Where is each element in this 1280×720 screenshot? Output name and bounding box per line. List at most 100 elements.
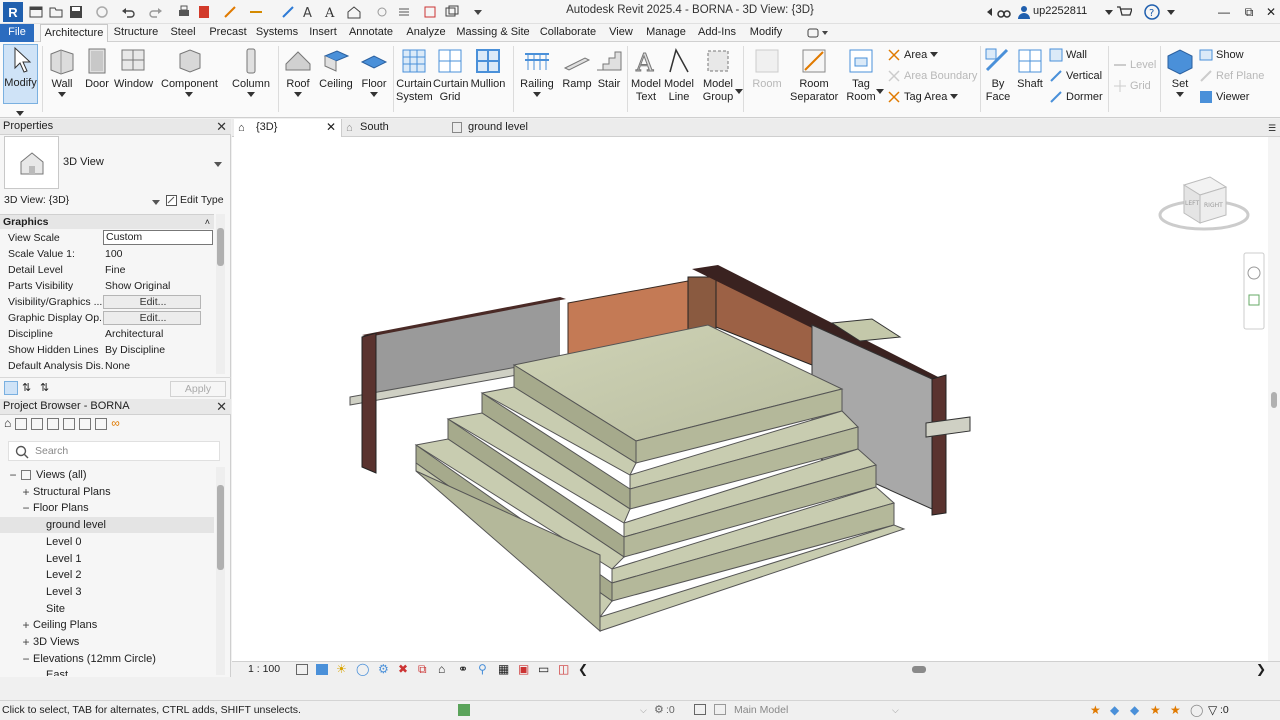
- tab-view[interactable]: View: [606, 24, 636, 42]
- browser-tree-item[interactable]: Level 3: [0, 584, 214, 600]
- curtain-system-button[interactable]: Curtain System: [396, 46, 433, 104]
- close-window-icon[interactable]: ✕: [1261, 3, 1280, 21]
- lock-3d-view-icon[interactable]: ⌂: [438, 662, 445, 676]
- select-by-face-icon[interactable]: ★: [1150, 701, 1161, 720]
- browser-tree-item[interactable]: + Structural Plans: [0, 484, 214, 500]
- browser-tree-item[interactable]: Site: [0, 601, 214, 617]
- model-group-dropdown-icon[interactable]: [735, 86, 743, 98]
- worksharing-display-icon[interactable]: ▣: [518, 662, 529, 676]
- browser-tree-item[interactable]: + Ceiling Plans: [0, 617, 214, 633]
- switch-windows-icon[interactable]: [444, 4, 460, 20]
- ramp-button[interactable]: Ramp: [561, 46, 593, 91]
- property-row[interactable]: Show Hidden Lines By Discipline: [0, 342, 214, 358]
- save-icon[interactable]: [68, 4, 84, 20]
- room-separator-button[interactable]: Room Separator: [790, 46, 838, 104]
- expand-icon[interactable]: +: [21, 484, 31, 500]
- binoculars-icon[interactable]: [996, 4, 1012, 20]
- redo-icon[interactable]: [148, 4, 164, 20]
- temporary-hide-icon[interactable]: ⚭: [458, 662, 468, 676]
- tag-area-button[interactable]: Tag Area: [887, 88, 959, 106]
- restore-icon[interactable]: ⧉: [1239, 3, 1259, 21]
- detail-level-icon[interactable]: [296, 664, 308, 675]
- user-name[interactable]: up2252811: [1033, 5, 1087, 17]
- tag-room-dropdown-icon[interactable]: [876, 86, 884, 98]
- home-icon[interactable]: ⌂: [4, 416, 11, 432]
- component-button[interactable]: Component: [161, 46, 218, 98]
- property-row[interactable]: View Scale Custom: [0, 230, 214, 246]
- property-row[interactable]: Visibility/Graphics ... Edit...: [0, 294, 214, 310]
- properties-scrollbar[interactable]: [216, 214, 225, 374]
- area-button[interactable]: Area: [887, 46, 939, 64]
- tab-systems[interactable]: Systems: [255, 24, 299, 42]
- property-row[interactable]: Discipline Architectural: [0, 326, 214, 342]
- apply-button[interactable]: Apply: [170, 381, 226, 397]
- analytical-model-icon[interactable]: ▭: [538, 662, 549, 676]
- view-tab-south[interactable]: ⌂ South: [344, 119, 450, 137]
- navigation-bar[interactable]: [1243, 252, 1265, 330]
- model-line-button[interactable]: Model Line: [663, 46, 695, 104]
- aligned-dimension-icon[interactable]: [248, 4, 264, 20]
- collapse-icon[interactable]: −: [21, 500, 31, 516]
- tab-analyze[interactable]: Analyze: [404, 24, 448, 42]
- property-value[interactable]: Show Original: [103, 278, 213, 294]
- close-hidden-views-icon[interactable]: [422, 4, 438, 20]
- tab-insert[interactable]: Insert: [306, 24, 340, 42]
- minimize-icon[interactable]: —: [1214, 3, 1234, 21]
- property-value[interactable]: By Discipline: [103, 342, 213, 358]
- instance-filter[interactable]: 3D View: {3D}: [4, 194, 69, 206]
- scroll-right-icon[interactable]: ❯: [1256, 662, 1266, 676]
- door-button[interactable]: Door: [82, 46, 112, 91]
- help-icon[interactable]: ?: [1144, 4, 1160, 20]
- visual-style-icon[interactable]: [316, 664, 328, 675]
- type-selector[interactable]: 3D View: [63, 156, 104, 168]
- edit-button[interactable]: Edit...: [103, 295, 201, 309]
- collapse-icon[interactable]: −: [8, 467, 18, 483]
- print-icon[interactable]: [176, 4, 192, 20]
- tab-add-ins[interactable]: Add-Ins: [696, 24, 738, 42]
- property-row[interactable]: Parts Visibility Show Original: [0, 278, 214, 294]
- curtain-grid-button[interactable]: Curtain Grid: [433, 46, 468, 104]
- browser-tree-item[interactable]: Level 0: [0, 534, 214, 550]
- filter-icon[interactable]: ▽: [1208, 701, 1217, 720]
- pdf-icon[interactable]: [196, 4, 212, 20]
- drag-elements-icon[interactable]: ★: [1170, 701, 1181, 720]
- collapse-group-icon[interactable]: ˄: [205, 215, 210, 230]
- vertical-opening-button[interactable]: Vertical: [1049, 67, 1102, 85]
- property-row[interactable]: Detail Level Fine: [0, 262, 214, 278]
- property-value[interactable]: 100: [103, 246, 213, 262]
- link-icon[interactable]: [95, 418, 108, 430]
- view-icon[interactable]: [15, 418, 28, 430]
- property-value[interactable]: Architectural: [103, 326, 213, 342]
- sort-categorized-icon[interactable]: [4, 381, 18, 395]
- tab-collaborate[interactable]: Collaborate: [538, 24, 598, 42]
- set-workplane-button[interactable]: Set: [1165, 46, 1195, 98]
- property-value[interactable]: Custom: [103, 230, 213, 245]
- viewer-button[interactable]: Viewer: [1199, 88, 1249, 106]
- show-workplane-button[interactable]: Show: [1199, 46, 1244, 64]
- mullion-button[interactable]: Mullion: [469, 46, 507, 91]
- tab-massing-site[interactable]: Massing & Site: [456, 24, 530, 42]
- family-icon[interactable]: [63, 418, 76, 430]
- column-button[interactable]: Column: [231, 46, 271, 98]
- select-links-icon[interactable]: ★: [1090, 701, 1101, 720]
- customize-qat-icon[interactable]: [470, 4, 486, 20]
- background-processes-icon[interactable]: ◯: [1190, 701, 1203, 720]
- revit-link-icon[interactable]: ∞: [111, 416, 120, 432]
- property-row[interactable]: Default Analysis Dis... None: [0, 358, 214, 374]
- browser-tree-item[interactable]: ground level: [0, 517, 214, 534]
- instance-filter-dropdown-icon[interactable]: [152, 197, 160, 209]
- expand-icon[interactable]: +: [21, 634, 31, 650]
- crop-view-icon[interactable]: ✖: [398, 662, 408, 676]
- sun-path-icon[interactable]: ☀: [336, 662, 347, 676]
- browser-tree-item[interactable]: East: [0, 667, 214, 676]
- tab-file[interactable]: File: [0, 24, 34, 42]
- by-face-button[interactable]: By Face: [983, 46, 1013, 104]
- revit-logo[interactable]: R: [3, 2, 23, 22]
- sort-descending-icon[interactable]: ⇅: [40, 381, 49, 394]
- shadows-icon[interactable]: ◯: [356, 662, 369, 676]
- reveal-hidden-icon[interactable]: ⚲: [478, 662, 487, 676]
- horizontal-scroll-thumb[interactable]: [912, 666, 926, 673]
- 3d-view-canvas[interactable]: LEFT RIGHT: [232, 137, 1268, 661]
- stair-button[interactable]: Stair: [594, 46, 624, 91]
- property-value[interactable]: Fine: [103, 262, 213, 278]
